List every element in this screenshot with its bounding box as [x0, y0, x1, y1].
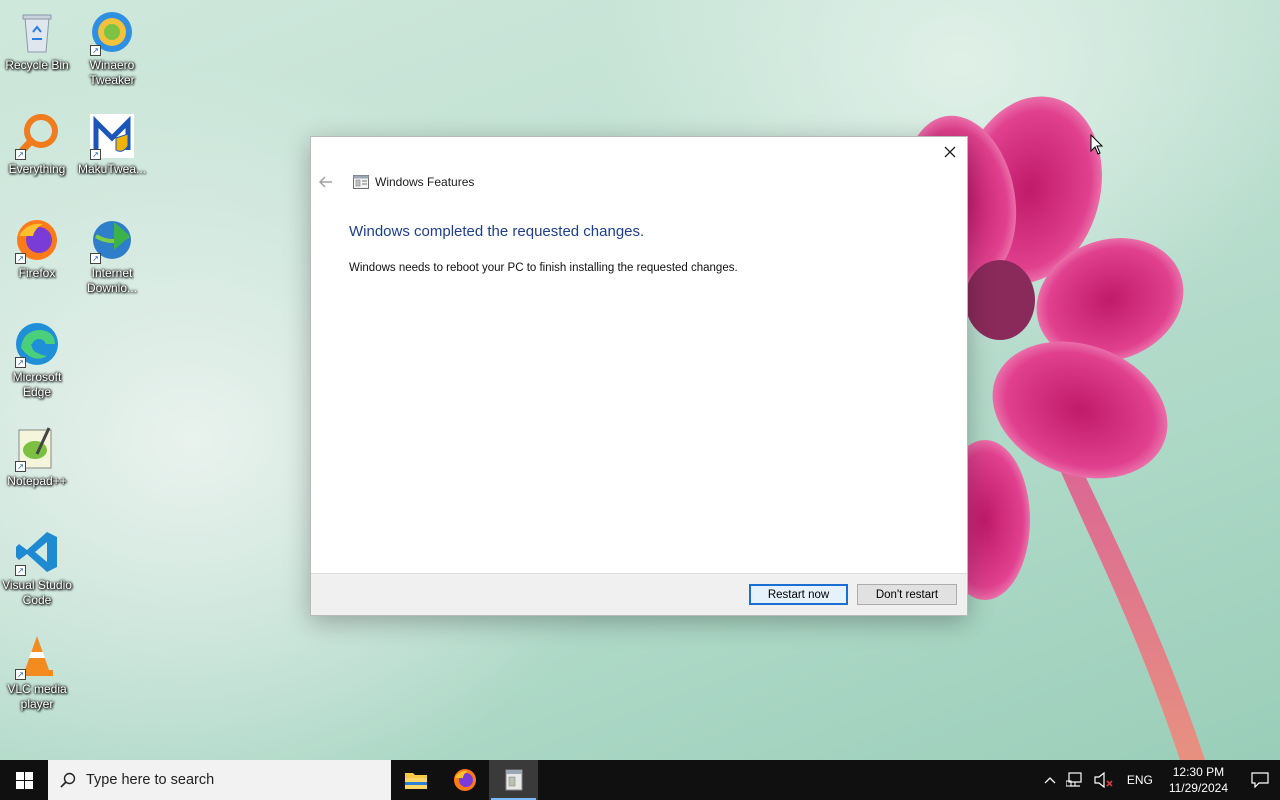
desktop-icon-notepadpp[interactable]: ↗ Notepad++: [0, 424, 74, 489]
action-center-button[interactable]: [1240, 760, 1280, 800]
dialog-message: Windows needs to reboot your PC to finis…: [349, 262, 738, 274]
firefox-icon: ↗: [13, 216, 61, 264]
network-button[interactable]: [1061, 760, 1089, 800]
desktop-icon-vlc[interactable]: ↗ VLC media player: [0, 632, 74, 712]
vlc-icon: ↗: [13, 632, 61, 680]
network-icon: [1065, 772, 1082, 787]
desktop-icon-everything[interactable]: ↗ Everything: [0, 112, 74, 177]
taskbar-windows-features[interactable]: [489, 760, 538, 800]
desktop-icon-recycle-bin[interactable]: Recycle Bin: [0, 8, 74, 73]
system-tray: ENG 12:30 PM 11/29/2024: [1039, 760, 1280, 800]
makutweaker-icon: ↗: [88, 112, 136, 160]
desktop-icon-vscode[interactable]: ↗ Visual Studio Code: [0, 528, 74, 608]
volume-muted-icon: [1094, 772, 1113, 788]
back-button[interactable]: [319, 175, 333, 189]
dialog-footer: Restart now Don't restart: [311, 573, 967, 615]
desktop-icon-winaero-tweaker[interactable]: ↗ Winaero Tweaker: [75, 8, 149, 88]
notification-icon: [1251, 772, 1269, 788]
windows-features-icon: [505, 769, 522, 791]
language-indicator[interactable]: ENG: [1119, 760, 1161, 800]
mouse-cursor-icon: [1090, 134, 1104, 155]
start-button[interactable]: [0, 760, 48, 800]
show-hidden-icons-button[interactable]: [1039, 760, 1061, 800]
taskbar: Type here to search ENG 12:30 PM 11/29/2…: [0, 760, 1280, 800]
internet-download-manager-icon: ↗: [88, 216, 136, 264]
restart-now-button[interactable]: Restart now: [749, 584, 848, 605]
search-placeholder: Type here to search: [86, 772, 215, 788]
close-icon: [944, 146, 956, 158]
desktop-icon-firefox[interactable]: ↗ Firefox: [0, 216, 74, 281]
winaero-tweaker-icon: ↗: [88, 8, 136, 56]
everything-search-icon: ↗: [13, 112, 61, 160]
recycle-bin-icon: [13, 8, 61, 56]
clock-date: 11/29/2024: [1168, 781, 1228, 795]
desktop-icon-internet-download-manager[interactable]: ↗ Internet Downlo...: [75, 216, 149, 296]
volume-button[interactable]: [1089, 760, 1119, 800]
clock-time: 12:30 PM: [1172, 765, 1225, 779]
windows-features-icon: [353, 175, 369, 189]
taskbar-search-box[interactable]: Type here to search: [48, 760, 391, 800]
windows-logo-icon: [15, 771, 33, 789]
vscode-icon: ↗: [13, 528, 61, 576]
taskbar-file-explorer[interactable]: [391, 760, 440, 800]
notepadpp-icon: ↗: [13, 424, 61, 472]
dialog-header: Windows Features: [319, 173, 474, 191]
dont-restart-button[interactable]: Don't restart: [857, 584, 957, 605]
taskbar-firefox[interactable]: [440, 760, 489, 800]
dialog-title: Windows Features: [375, 175, 475, 189]
taskbar-clock[interactable]: 12:30 PM 11/29/2024: [1161, 764, 1236, 796]
chevron-up-icon: [1044, 777, 1056, 784]
firefox-icon: [453, 769, 476, 791]
desktop-icon-makutweaker[interactable]: ↗ MakuTwea...: [75, 112, 149, 177]
windows-features-dialog: Windows Features Windows completed the r…: [310, 136, 968, 616]
edge-icon: ↗: [13, 320, 61, 368]
desktop-icon-microsoft-edge[interactable]: ↗ Microsoft Edge: [0, 320, 74, 400]
dialog-headline: Windows completed the requested changes.: [349, 223, 645, 240]
search-icon: [60, 772, 76, 788]
arrow-left-icon: [319, 176, 332, 188]
close-button[interactable]: [933, 137, 967, 167]
file-explorer-icon: [404, 773, 427, 789]
